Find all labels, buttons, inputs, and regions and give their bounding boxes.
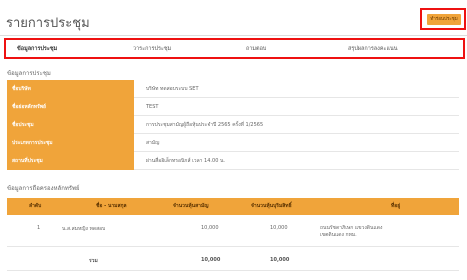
info-value: TEST (134, 98, 459, 116)
info-value: การประชุมสามัญผู้ถือหุ้นประจำปี 2565 ครั… (134, 116, 459, 134)
tab-qa[interactable]: ถามตอบ (246, 45, 266, 53)
info-row-company: ชื่อบริษัท บริษัท ทดสอบระบบ SET (7, 80, 459, 98)
cell-no: 1 (37, 225, 41, 231)
info-label: ประเภทการประชุม (7, 134, 134, 152)
column-header-common: จำนวนหุ้นสามัญ (173, 203, 209, 209)
info-value: บริษัท ทดสอบระบบ SET (134, 80, 459, 98)
cell-address-line-2: เขตดินแดง กทม. (320, 232, 357, 238)
info-value: สามัญ (134, 134, 459, 152)
tab-vote-summary[interactable]: สรุปผลการลงคะแนน (348, 45, 398, 53)
tab-agenda[interactable]: วาระการประชุม (133, 45, 171, 53)
meeting-detail-page: รายการประชุม ทำร่อนประชุม ข้อมูลการประชุ… (0, 0, 467, 280)
info-row-symbol: ชื่อย่อหลักทรัพย์ TEST (7, 98, 459, 116)
page-title: รายการประชุม (6, 16, 90, 31)
info-label: ชื่อบริษัท (7, 80, 134, 98)
meeting-info-section-title: ข้อมูลการประชุม (7, 70, 51, 77)
info-label: ชื่อย่อหลักทรัพย์ (7, 98, 134, 116)
row-divider (7, 246, 459, 247)
info-row-meeting-name: ชื่อประชุม การประชุมสามัญผู้ถือหุ้นประจำ… (7, 116, 459, 134)
column-header-name: ชื่อ - นามสกุล (96, 203, 127, 209)
total-common: 10,000 (201, 257, 221, 263)
info-value: ผ่านสื่ออิเล็กทรอนิกส์ เวลา 14.00 น. (134, 152, 459, 170)
column-header-preferred: จำนวนหุ้นบุริมสิทธิ์ (251, 203, 292, 209)
info-label: ชื่อประชุม (7, 116, 134, 134)
cell-common: 10,000 (201, 225, 219, 231)
shareholding-section-title: ข้อมูลการถือครองหลักทรัพย์ (7, 185, 80, 192)
enter-meeting-button[interactable]: ทำร่อนประชุม (427, 14, 461, 25)
header-divider (0, 35, 467, 36)
shareholding-table-header: ลำดับ ชื่อ - นามสกุล จำนวนหุ้นสามัญ จำนว… (7, 198, 459, 215)
total-label: รวม (89, 258, 98, 264)
info-row-meeting-type: ประเภทการประชุม สามัญ (7, 134, 459, 152)
column-header-no: ลำดับ (29, 203, 42, 209)
info-label: สถานที่ประชุม (7, 152, 134, 170)
row-divider (7, 270, 459, 271)
total-preferred: 10,000 (270, 257, 290, 263)
cell-preferred: 10,000 (270, 225, 288, 231)
info-row-venue: สถานที่ประชุม ผ่านสื่ออิเล็กทรอนิกส์ เวล… (7, 152, 459, 170)
column-header-address: ที่อยู่ (391, 203, 401, 209)
cell-name: น.ส.สมหญิง ทดสอบ (62, 226, 106, 232)
tab-meeting-info[interactable]: ข้อมูลการประชุม (17, 45, 57, 53)
